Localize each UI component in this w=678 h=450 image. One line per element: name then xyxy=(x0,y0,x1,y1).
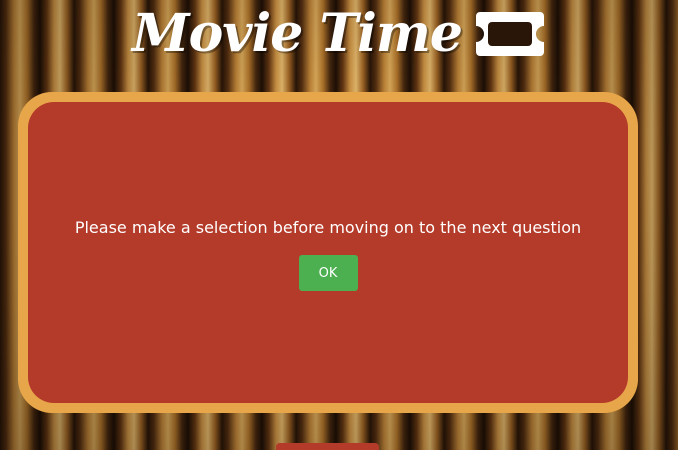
ok-button[interactable]: OK xyxy=(298,255,358,291)
page-header: Movie Time xyxy=(0,0,678,68)
alert-dialog: Please make a selection before moving on… xyxy=(28,102,628,403)
modal-frame: Please make a selection before moving on… xyxy=(18,92,638,413)
dialog-message: Please make a selection before moving on… xyxy=(74,218,582,237)
next-button[interactable] xyxy=(276,443,379,450)
ticket-icon xyxy=(475,12,544,56)
page-title: Movie Time xyxy=(132,3,463,64)
